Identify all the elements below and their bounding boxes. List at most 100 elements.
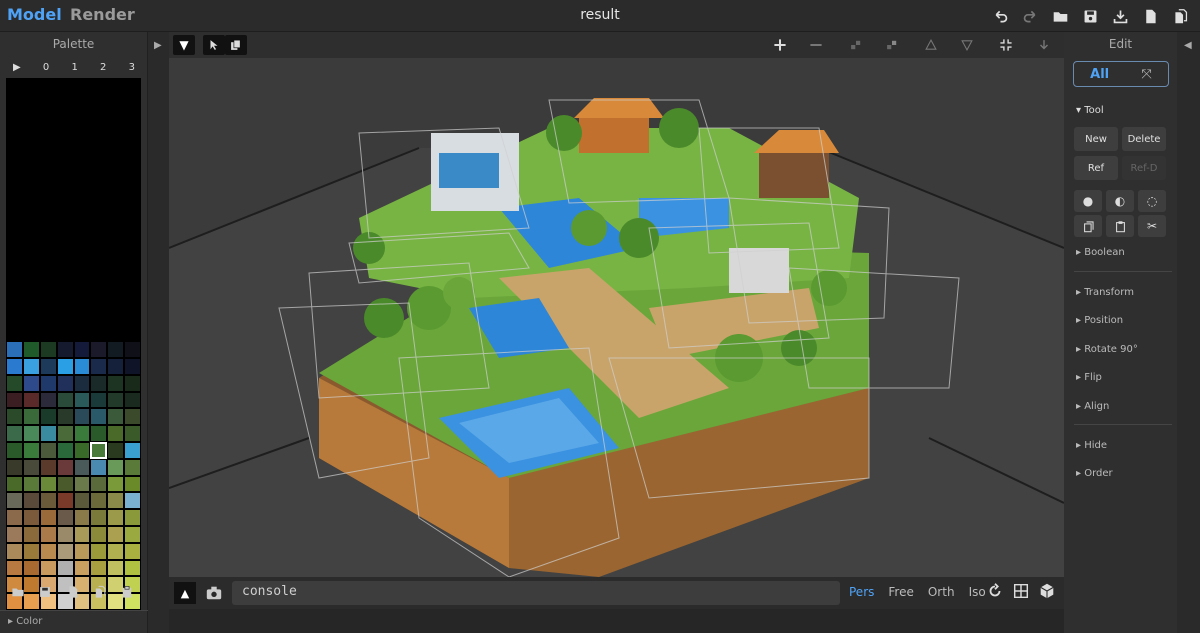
copy-icon[interactable] (1074, 215, 1102, 237)
color-swatch[interactable] (107, 341, 125, 359)
color-swatch[interactable] (22, 458, 40, 476)
color-swatch[interactable] (39, 542, 57, 560)
console-input[interactable]: console (232, 581, 840, 605)
color-swatch[interactable] (124, 509, 141, 527)
color-swatch[interactable] (73, 492, 91, 510)
color-swatch[interactable] (73, 408, 91, 426)
color-swatch[interactable] (124, 442, 141, 459)
color-swatch[interactable] (107, 391, 125, 409)
transform-section[interactable]: ▸ Transform (1076, 287, 1134, 298)
color-swatch[interactable] (6, 374, 23, 392)
color-swatch[interactable] (90, 341, 108, 359)
color-swatch[interactable] (6, 526, 23, 543)
color-swatch[interactable] (56, 492, 74, 510)
half-circle-icon[interactable]: ◐ (1106, 190, 1134, 212)
open-folder-icon[interactable] (1048, 4, 1072, 28)
redo-icon[interactable] (1018, 4, 1042, 28)
tool-section[interactable]: ▾ Tool (1076, 105, 1104, 116)
color-swatch[interactable] (73, 458, 91, 476)
color-swatch[interactable] (90, 526, 108, 543)
color-swatch[interactable] (22, 492, 40, 510)
cube-icon[interactable] (1038, 582, 1056, 602)
color-swatch[interactable] (56, 391, 74, 409)
save-icon[interactable] (38, 584, 54, 600)
color-swatch[interactable] (56, 509, 74, 527)
color-swatch[interactable] (56, 374, 74, 392)
color-swatch[interactable] (73, 358, 91, 375)
color-swatch[interactable] (73, 391, 91, 409)
color-swatch[interactable] (73, 559, 91, 577)
color-swatch[interactable] (124, 542, 141, 560)
color-swatch[interactable] (124, 425, 141, 443)
ref-button[interactable]: Ref (1074, 156, 1118, 180)
rotate-icon[interactable] (986, 582, 1004, 602)
palette-tab-0[interactable]: 0 (43, 62, 49, 73)
color-swatch[interactable] (22, 391, 40, 409)
color-swatch[interactable] (39, 408, 57, 426)
color-swatch[interactable] (73, 341, 91, 359)
color-swatch[interactable] (124, 358, 141, 375)
color-section[interactable]: ▸ Color (0, 610, 148, 632)
color-swatch[interactable] (107, 408, 125, 426)
color-swatch[interactable] (56, 341, 74, 359)
color-swatch[interactable] (22, 408, 40, 426)
color-swatch[interactable] (107, 425, 125, 443)
ref-d-button[interactable]: Ref-D (1122, 156, 1166, 180)
color-swatch[interactable] (6, 425, 23, 443)
folder-icon[interactable] (11, 584, 27, 600)
color-swatch[interactable] (6, 358, 23, 375)
color-swatch[interactable] (22, 442, 40, 459)
color-swatch[interactable] (124, 341, 141, 359)
view-mode-pers[interactable]: Pers (849, 585, 874, 599)
palette-tab-1[interactable]: 1 (71, 62, 77, 73)
color-swatch[interactable] (39, 341, 57, 359)
stack-down-icon[interactable] (881, 35, 903, 55)
color-swatch[interactable] (90, 475, 108, 493)
color-swatch[interactable] (6, 475, 23, 493)
color-swatch[interactable] (56, 425, 74, 443)
color-swatch[interactable] (124, 458, 141, 476)
color-swatch[interactable] (90, 458, 108, 476)
color-swatch[interactable] (107, 559, 125, 577)
color-swatch[interactable] (39, 358, 57, 375)
zoom-out-icon[interactable] (805, 35, 827, 55)
color-swatch[interactable] (39, 559, 57, 577)
palette-tab-2[interactable]: 2 (100, 62, 106, 73)
triangle-down-icon[interactable] (956, 35, 978, 55)
color-swatch[interactable] (56, 458, 74, 476)
triangle-up-icon[interactable] (920, 35, 942, 55)
hide-section[interactable]: ▸ Hide (1076, 440, 1107, 451)
collapse-arrow-icon[interactable]: ◀ (1184, 40, 1192, 51)
palette-tab-3[interactable]: 3 (129, 62, 135, 73)
clipboard-icon[interactable] (120, 584, 136, 600)
color-swatch[interactable] (56, 526, 74, 543)
flip-section[interactable]: ▸ Flip (1076, 372, 1102, 383)
color-swatch[interactable] (90, 391, 108, 409)
color-swatch[interactable] (39, 425, 57, 443)
new-button[interactable]: New (1074, 127, 1118, 151)
color-swatch[interactable] (22, 475, 40, 493)
color-swatch[interactable] (56, 408, 74, 426)
color-swatch[interactable] (90, 542, 108, 560)
color-swatch[interactable] (73, 442, 91, 459)
color-swatch[interactable] (39, 526, 57, 543)
color-swatch[interactable] (90, 425, 108, 443)
color-swatch[interactable] (39, 475, 57, 493)
color-swatch[interactable] (6, 341, 23, 359)
undo-icon[interactable] (988, 4, 1012, 28)
new-file-icon[interactable] (1138, 4, 1162, 28)
color-swatch[interactable] (107, 358, 125, 375)
color-swatch[interactable] (56, 559, 74, 577)
color-swatch[interactable] (73, 542, 91, 560)
color-swatch[interactable] (73, 425, 91, 443)
align-section[interactable]: ▸ Align (1076, 401, 1109, 412)
color-swatch[interactable] (107, 458, 125, 476)
left-collapse-bar[interactable]: ▶ (148, 32, 169, 633)
compress-icon[interactable] (995, 35, 1017, 55)
save-icon[interactable] (1078, 4, 1102, 28)
color-swatch[interactable] (39, 374, 57, 392)
color-swatch[interactable] (56, 542, 74, 560)
color-swatch[interactable] (107, 475, 125, 493)
rotate-section[interactable]: ▸ Rotate 90° (1076, 344, 1138, 355)
color-swatch[interactable] (90, 559, 108, 577)
